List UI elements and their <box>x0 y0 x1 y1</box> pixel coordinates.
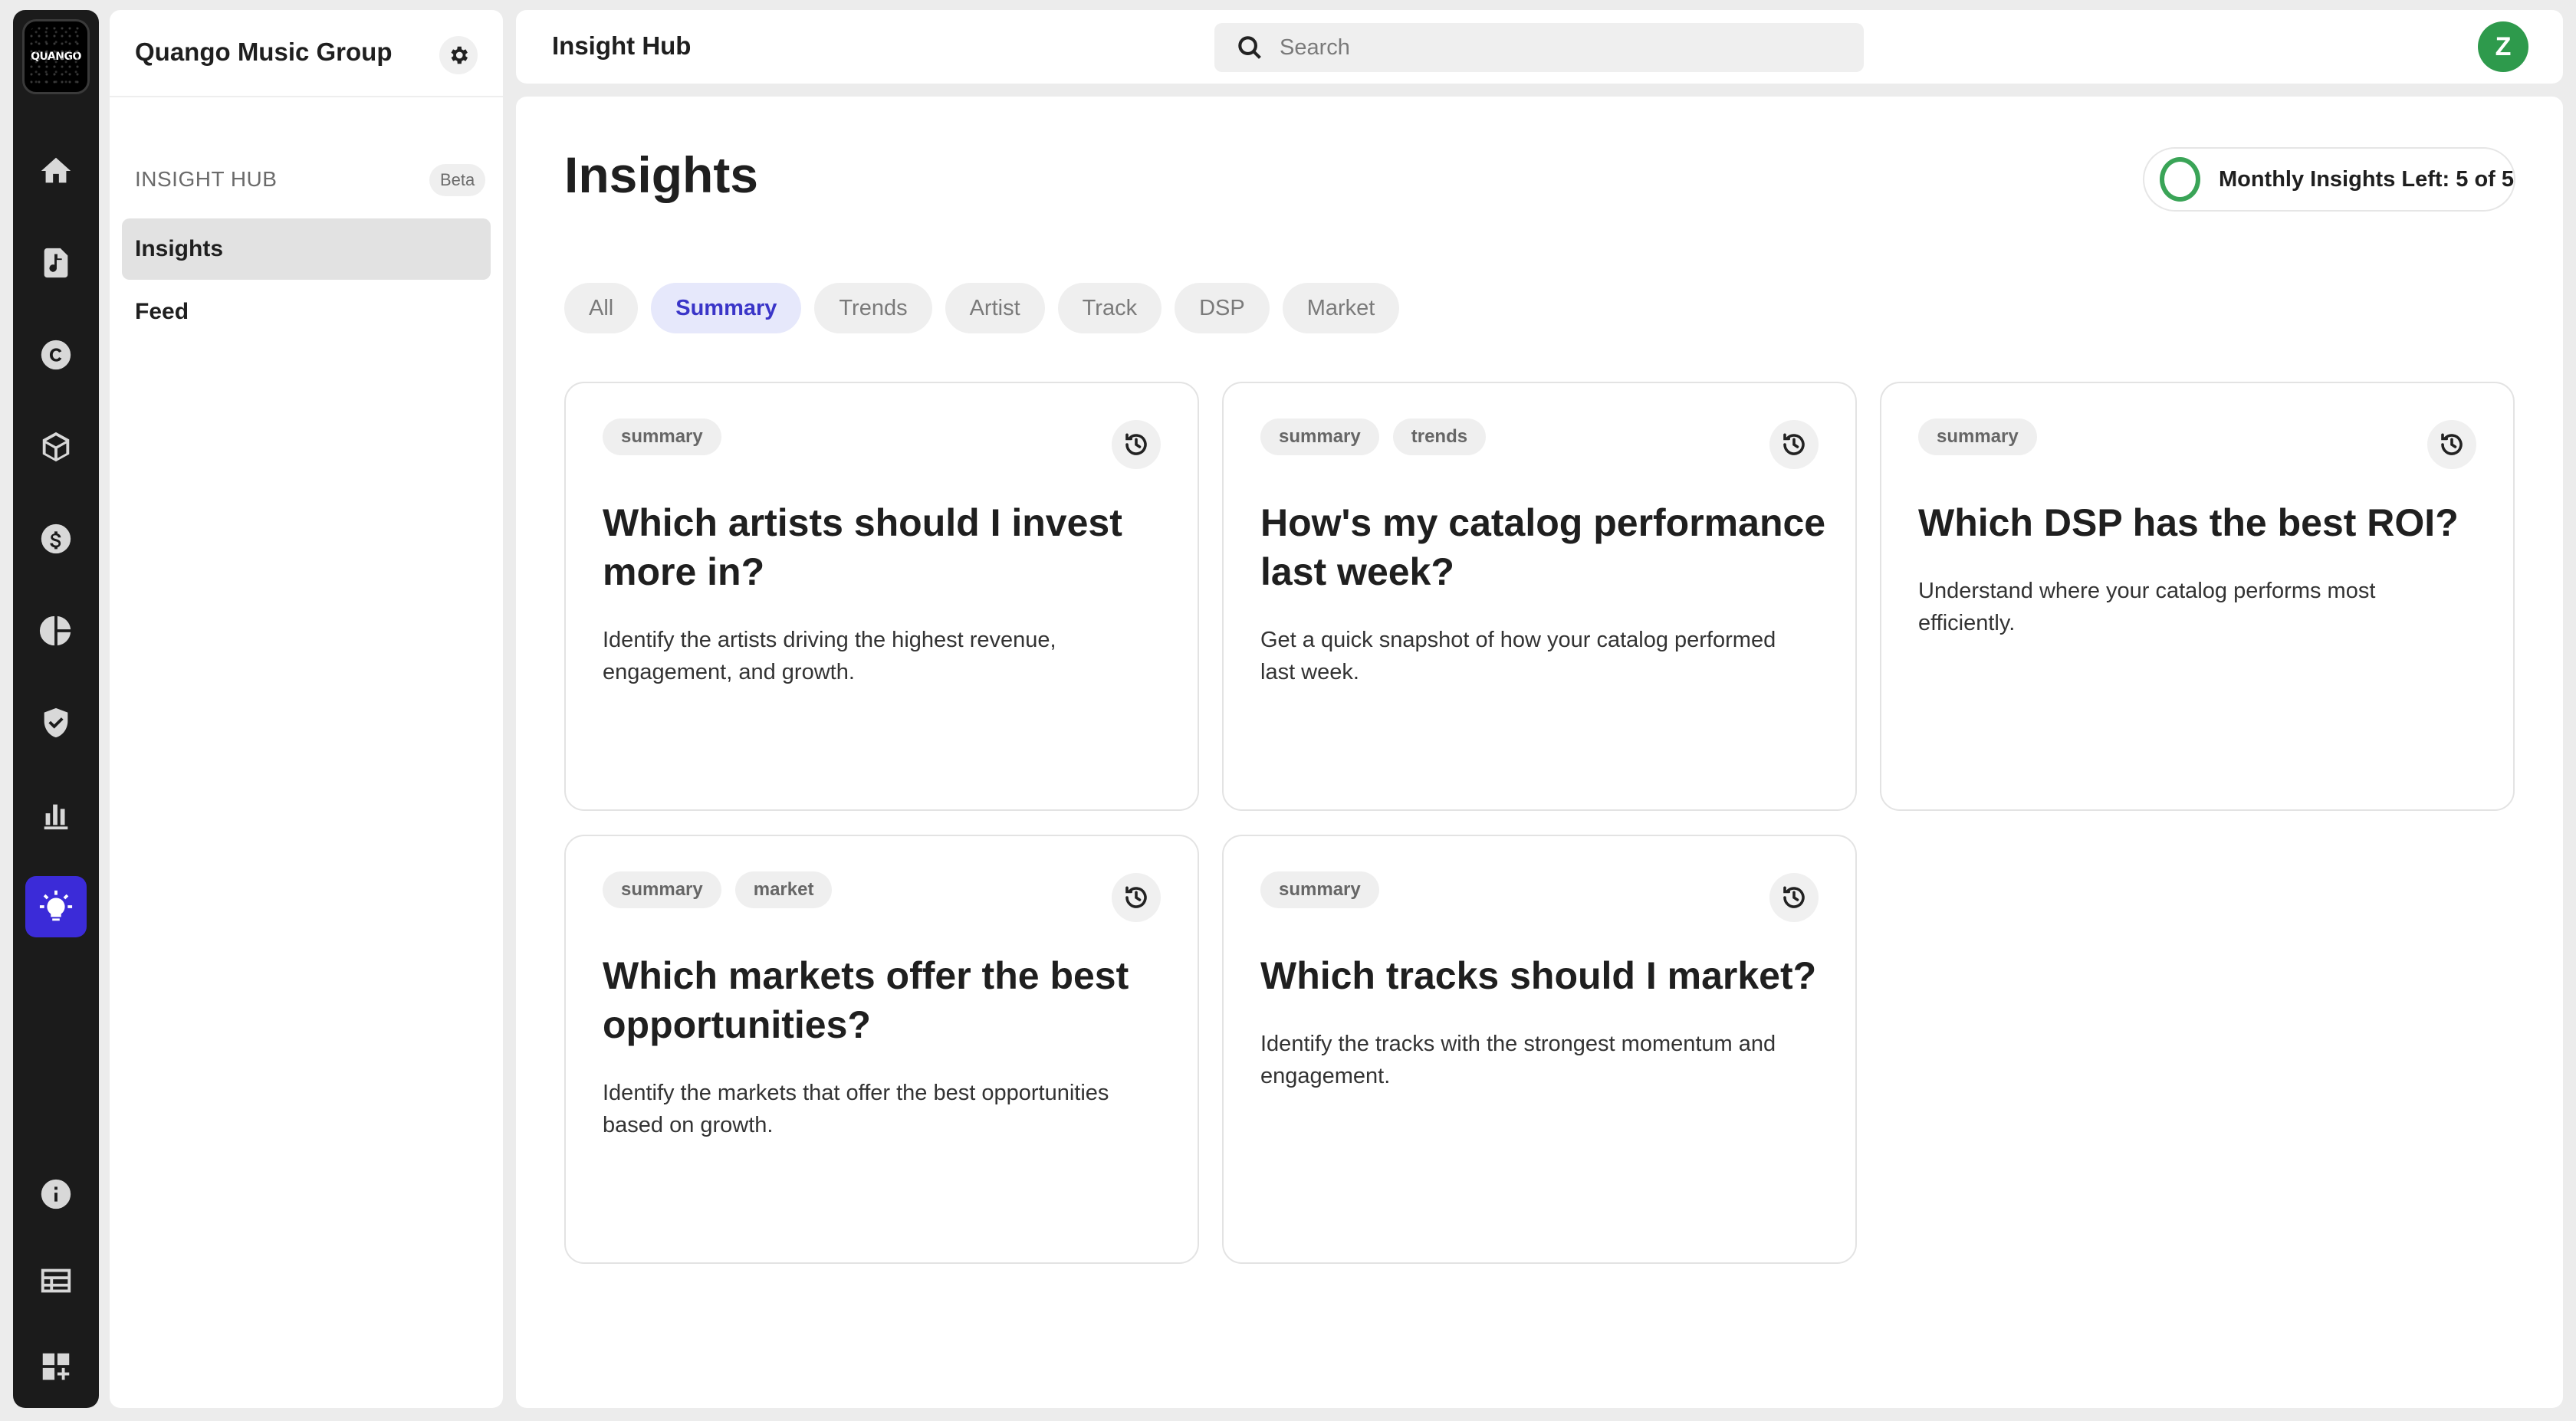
filter-market[interactable]: Market <box>1282 283 1400 333</box>
card-question: Which tracks should I market? <box>1260 954 1817 997</box>
card-tag: summary <box>603 871 721 908</box>
apps-nav-button[interactable] <box>25 1336 87 1397</box>
quota-label: Monthly Insights Left: 5 of 5 <box>2218 166 2514 192</box>
sidebar-item-insights[interactable]: Insights <box>122 218 491 280</box>
sidebar-item-feed[interactable]: Feed <box>122 281 491 343</box>
insight-card[interactable]: summary trends How's my catalog performa… <box>1222 382 1857 811</box>
icon-rail: QUANGO <box>13 10 99 1408</box>
insight-card[interactable]: summary market Which markets offer the b… <box>564 835 1199 1264</box>
filter-artist[interactable]: Artist <box>945 283 1045 333</box>
history-button[interactable] <box>1112 420 1161 469</box>
search-icon <box>1238 36 1261 59</box>
main-content: Insights Monthly Insights Left: 5 of 5 A… <box>516 97 2563 1408</box>
history-icon <box>1783 433 1805 455</box>
org-name: Quango Music Group <box>135 38 393 66</box>
user-avatar[interactable]: Z <box>2478 21 2528 72</box>
sidebar-divider <box>110 96 503 97</box>
monthly-insights-quota: Monthly Insights Left: 5 of 5 <box>2143 147 2515 212</box>
apps-add-icon <box>42 1353 70 1380</box>
info-nav-button[interactable] <box>25 1163 87 1225</box>
filter-dsp[interactable]: DSP <box>1175 283 1270 333</box>
bar-chart-icon <box>44 804 68 830</box>
filter-chips: All Summary Trends Artist Track DSP Mark… <box>564 283 1400 333</box>
secondary-sidebar: Quango Music Group INSIGHT HUB Beta Insi… <box>110 10 503 1408</box>
insight-card[interactable]: summary Which tracks should I market? Id… <box>1222 835 1857 1264</box>
search-bar[interactable] <box>1214 23 1864 72</box>
brand-logo-text: QUANGO <box>31 51 81 63</box>
dollar-icon <box>41 523 71 554</box>
search-input[interactable] <box>1280 34 1816 61</box>
music-file-icon <box>44 248 68 278</box>
revenue-nav-button[interactable] <box>25 508 87 569</box>
card-question: How's my catalog performance last week? <box>1260 501 1826 593</box>
history-icon <box>1125 886 1147 908</box>
pie-chart-icon <box>39 615 71 646</box>
card-tags: summary <box>1260 871 1379 908</box>
cube-icon <box>42 432 70 462</box>
card-tags: summary trends <box>1260 418 1487 455</box>
brand-logo[interactable]: QUANGO <box>22 19 90 94</box>
sidebar-section-label: INSIGHT HUB <box>135 167 278 191</box>
copyright-icon <box>41 340 71 370</box>
card-question: Which DSP has the best ROI? <box>1918 501 2459 544</box>
card-tag: summary <box>1260 418 1379 455</box>
page-title: Insights <box>564 146 759 203</box>
card-description: Identify the artists driving the highest… <box>603 628 1056 684</box>
history-icon <box>1783 886 1805 908</box>
card-tag: trends <box>1392 418 1487 455</box>
card-tags: summary market <box>603 871 833 908</box>
card-tags: summary <box>1918 418 2037 455</box>
card-tags: summary <box>603 418 721 455</box>
card-tag: market <box>734 871 833 908</box>
table-nav-button[interactable] <box>25 1250 87 1311</box>
insights-nav-button[interactable] <box>25 876 87 937</box>
copyright-nav-button[interactable] <box>25 324 87 386</box>
catalog-nav-button[interactable] <box>25 232 87 294</box>
top-header: Insight Hub Z <box>516 10 2563 84</box>
table-icon <box>41 1268 71 1293</box>
home-icon <box>41 157 71 183</box>
protection-nav-button[interactable] <box>25 692 87 753</box>
card-tag: summary <box>603 418 721 455</box>
card-description: Identify the markets that offer the best… <box>603 1081 1109 1137</box>
history-button[interactable] <box>1769 420 1819 469</box>
card-question: Which artists should I invest more in? <box>603 501 1122 593</box>
card-description: Get a quick snapshot of how your catalog… <box>1260 628 1776 684</box>
filter-all[interactable]: All <box>564 283 639 333</box>
filter-track[interactable]: Track <box>1057 283 1162 333</box>
filter-trends[interactable]: Trends <box>814 283 932 333</box>
quota-ring-icon <box>2160 157 2200 202</box>
analytics-nav-button[interactable] <box>25 600 87 661</box>
filter-summary[interactable]: Summary <box>651 283 802 333</box>
org-settings-button[interactable] <box>439 36 478 74</box>
history-icon <box>1125 433 1147 455</box>
products-nav-button[interactable] <box>25 416 87 477</box>
card-description: Understand where your catalog performs m… <box>1918 579 2376 635</box>
history-icon <box>2441 433 2463 455</box>
insight-card[interactable]: summary Which artists should I invest mo… <box>564 382 1199 811</box>
card-tag: summary <box>1918 418 2037 455</box>
info-icon <box>41 1179 71 1209</box>
history-button[interactable] <box>2427 420 2476 469</box>
gear-icon <box>451 46 468 64</box>
history-button[interactable] <box>1769 873 1819 922</box>
charts-nav-button[interactable] <box>25 784 87 845</box>
lightbulb-icon <box>39 890 73 921</box>
app-root: QUANGO Quango Music Group INSIGHT HUB Be… <box>0 0 2576 1421</box>
insight-card[interactable]: summary Which DSP has the best ROI? Unde… <box>1880 382 2515 811</box>
home-nav-button[interactable] <box>25 140 87 202</box>
history-button[interactable] <box>1112 873 1161 922</box>
header-title: Insight Hub <box>552 31 692 60</box>
beta-badge: Beta <box>429 164 486 196</box>
card-description: Identify the tracks with the strongest m… <box>1260 1032 1776 1088</box>
shield-check-icon <box>44 707 68 738</box>
card-question: Which markets offer the best opportuniti… <box>603 954 1129 1046</box>
card-tag: summary <box>1260 871 1379 908</box>
